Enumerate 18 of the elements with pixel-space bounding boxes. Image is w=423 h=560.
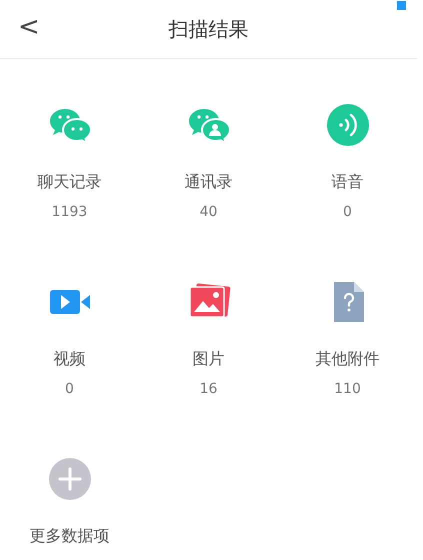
item-label: 更多数据项 xyxy=(30,525,110,547)
item-count: 1193 xyxy=(52,203,88,222)
item-count: 0 xyxy=(343,203,352,222)
item-label: 通讯录 xyxy=(184,171,232,193)
back-button[interactable]: < xyxy=(14,12,44,42)
item-label: 视频 xyxy=(54,348,86,370)
page-title: 扫描结果 xyxy=(168,16,248,42)
item-label: 其他附件 xyxy=(316,348,380,370)
voice-icon[interactable] xyxy=(326,103,370,147)
item-label: 聊天记录 xyxy=(38,171,102,193)
item-count: 0 xyxy=(65,380,74,399)
item-count: 110 xyxy=(334,380,361,399)
item-label: 图片 xyxy=(192,348,224,370)
item-count: 40 xyxy=(200,203,218,222)
item-count: 16 xyxy=(200,380,218,399)
plus-icon[interactable] xyxy=(48,457,92,501)
status-indicator-icon xyxy=(397,1,406,10)
item-label: 语音 xyxy=(332,171,364,193)
